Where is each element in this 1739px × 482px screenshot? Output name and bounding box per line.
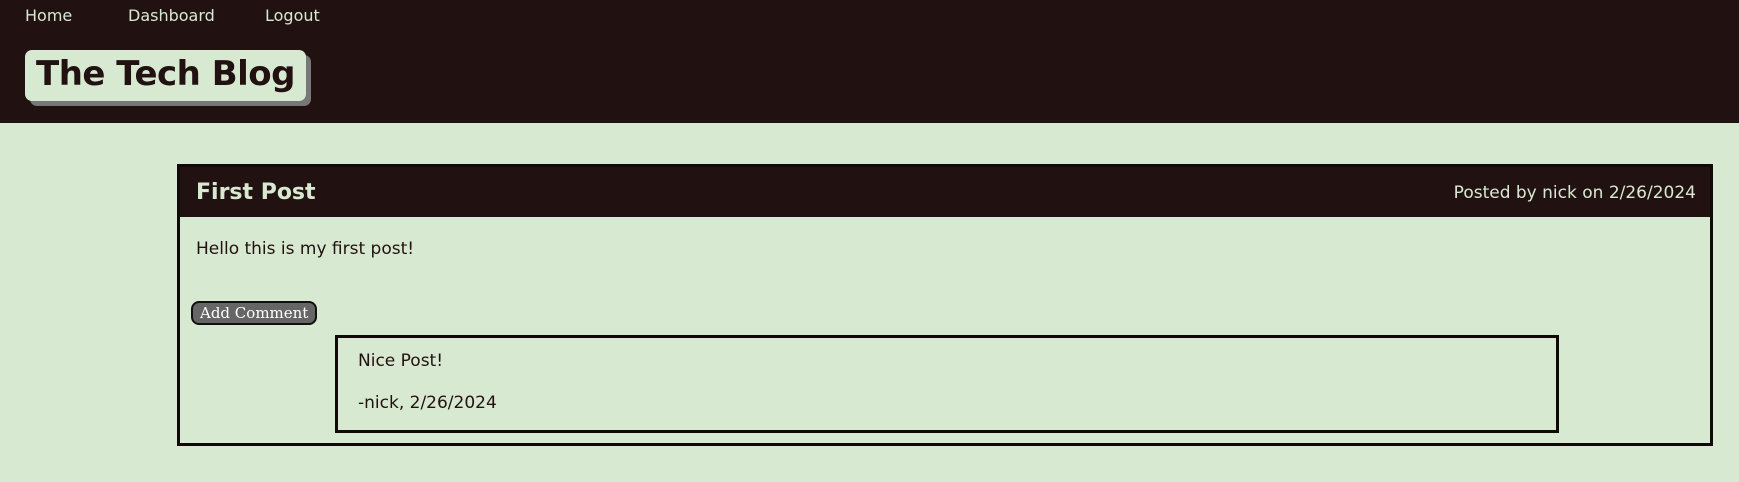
nav-dashboard-link[interactable]: Dashboard [128, 6, 265, 26]
add-comment-button[interactable]: Add Comment [191, 301, 318, 325]
comment-text: Nice Post! [358, 351, 444, 371]
site-header: Home Dashboard Logout The Tech Blog [0, 0, 1739, 123]
comment-card: Nice Post! -nick, 2/26/2024 [335, 335, 1559, 433]
nav-logout-link[interactable]: Logout [265, 6, 320, 26]
nav-home-link[interactable]: Home [25, 6, 128, 26]
post-card: First Post Posted by nick on 2/26/2024 H… [177, 164, 1713, 446]
site-logo[interactable]: The Tech Blog [25, 50, 306, 101]
post-meta: Posted by nick on 2/26/2024 [1453, 183, 1696, 203]
post-title: First Post [196, 180, 316, 205]
post-body: Hello this is my first post! [196, 239, 415, 259]
main-nav: Home Dashboard Logout [25, 6, 320, 26]
comment-meta: -nick, 2/26/2024 [358, 393, 497, 413]
post-header: First Post Posted by nick on 2/26/2024 [180, 167, 1710, 217]
